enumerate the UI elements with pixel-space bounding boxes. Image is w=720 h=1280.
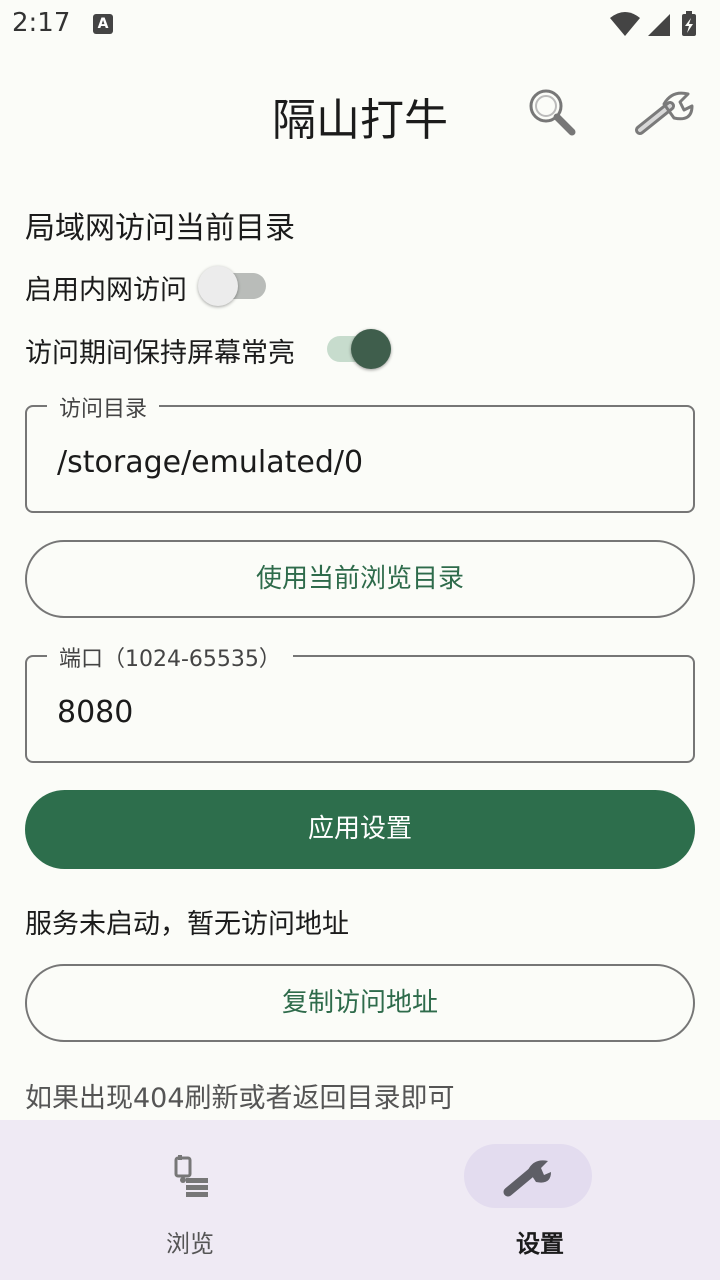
directory-field-value[interactable]: /storage/emulated/0 xyxy=(57,445,363,480)
search-icon[interactable] xyxy=(524,86,580,142)
nav-item-browse[interactable]: 浏览 xyxy=(10,1120,370,1280)
port-field-value[interactable]: 8080 xyxy=(57,695,133,730)
use-current-dir-button[interactable]: 使用当前浏览目录 xyxy=(25,540,695,618)
signal-icon xyxy=(648,14,670,36)
browse-icon xyxy=(174,1155,208,1197)
nav-item-settings[interactable]: 设置 xyxy=(360,1120,720,1280)
directory-field-label: 访问目录 xyxy=(47,391,160,423)
wifi-icon xyxy=(610,12,640,36)
server-status-text: 服务未启动，暂无访问地址 xyxy=(25,909,349,940)
wrench-icon[interactable] xyxy=(634,86,696,142)
keep-screen-on-switch-thumb[interactable] xyxy=(351,329,391,369)
status-time: 2:17 xyxy=(12,8,71,38)
apply-settings-button[interactable]: 应用设置 xyxy=(25,790,695,869)
status-bar: 2:17 A xyxy=(0,0,720,50)
app-title: 隔山打牛 xyxy=(272,95,448,146)
section-title: 局域网访问当前目录 xyxy=(25,211,295,246)
status-icons xyxy=(610,11,696,36)
directory-field[interactable]: 访问目录 /storage/emulated/0 xyxy=(25,391,695,513)
battery-icon xyxy=(682,11,696,36)
nav-item-settings-label: 设置 xyxy=(516,1230,564,1258)
wrench-icon xyxy=(503,1160,551,1197)
port-field-label: 端口（1024-65535） xyxy=(47,641,293,673)
copy-address-button[interactable]: 复制访问地址 xyxy=(25,964,695,1042)
port-field[interactable]: 端口（1024-65535） 8080 xyxy=(25,641,695,763)
nav-item-browse-label: 浏览 xyxy=(166,1230,214,1258)
keep-screen-on-label: 访问期间保持屏幕常亮 xyxy=(25,338,295,369)
lan-access-switch-thumb[interactable] xyxy=(198,266,238,306)
hint-text: 如果出现404刷新或者返回目录即可 xyxy=(25,1083,455,1114)
lan-access-label: 启用内网访问 xyxy=(25,275,187,306)
bottom-navigation: 浏览 设置 xyxy=(0,1120,720,1280)
notification-icon: A xyxy=(93,14,113,34)
